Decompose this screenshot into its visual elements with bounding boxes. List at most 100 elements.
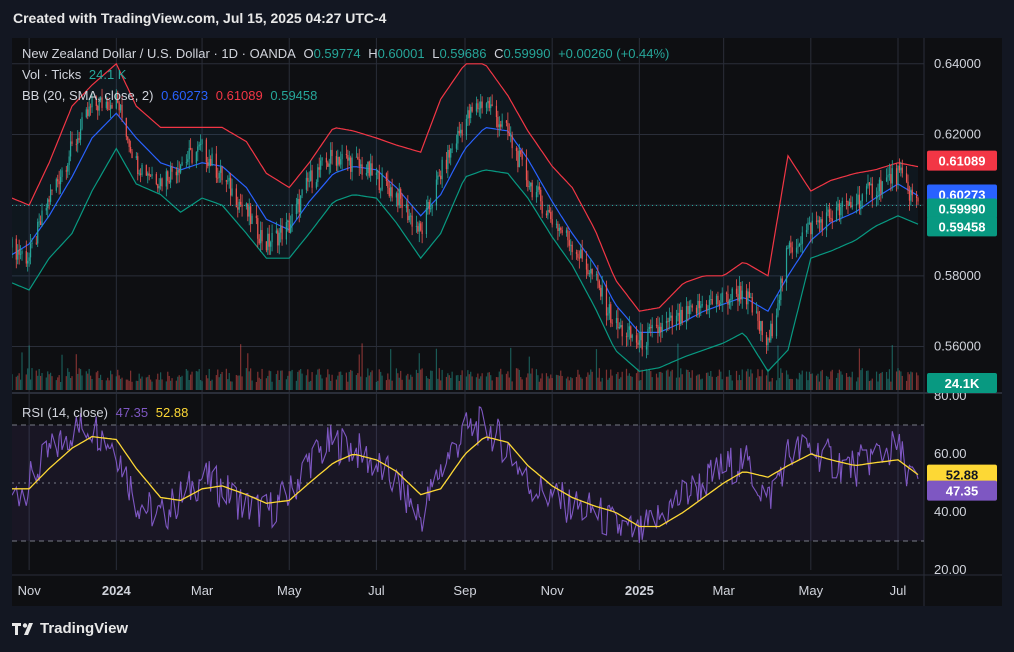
candle-body	[397, 193, 399, 206]
volume-bar	[561, 375, 563, 390]
bb-legend[interactable]: BB (20, SMA, close, 2) 0.60273 0.61089 0…	[22, 88, 321, 103]
candle-body	[785, 247, 788, 283]
time-tick-label: Jul	[368, 583, 385, 598]
candle-body	[475, 103, 478, 112]
candle-body	[558, 227, 560, 232]
candle-body	[747, 291, 749, 305]
volume-bar	[388, 379, 390, 390]
candle-body	[880, 179, 882, 194]
candle-body	[495, 105, 498, 117]
candle-body	[888, 174, 891, 175]
volume-bar	[830, 371, 832, 390]
volume-bar	[527, 373, 529, 390]
volume-bar	[437, 378, 439, 390]
volume-bar	[858, 348, 861, 390]
volume-bar	[891, 345, 893, 390]
candle-body	[675, 315, 678, 326]
candle-body	[87, 109, 89, 116]
volume-bar	[160, 372, 162, 390]
volume-bar	[611, 375, 613, 390]
volume-bar	[118, 375, 120, 390]
candle-body	[898, 165, 901, 171]
volume-bar	[417, 373, 419, 390]
chart-canvas[interactable]: 0.640000.620000.600000.580000.56000Nov20…	[12, 38, 1002, 606]
volume-bar	[377, 380, 379, 390]
volume-bar	[855, 381, 858, 390]
tradingview-footer[interactable]: TradingView	[12, 620, 128, 637]
volume-bar	[597, 377, 599, 390]
volume-bar	[627, 375, 629, 390]
candle-body	[398, 189, 400, 206]
header-bar: Created with TradingView.com, Jul 15, 20…	[0, 0, 1014, 38]
candle-body	[337, 156, 339, 166]
volume-bar	[157, 373, 159, 390]
volume-bar	[28, 345, 30, 390]
candle-body	[161, 178, 163, 187]
candle-body	[230, 177, 232, 196]
volume-bar	[875, 371, 878, 390]
candle-body	[19, 253, 22, 255]
volume-bar	[167, 371, 169, 390]
candle-body	[181, 162, 183, 166]
candle-body	[305, 177, 307, 190]
volume-bar	[560, 370, 562, 390]
candle-body	[597, 274, 599, 282]
volume-bar	[770, 381, 772, 390]
bb-basis-value: 0.60273	[161, 88, 209, 103]
volume-bar	[817, 373, 819, 390]
candle-body	[531, 182, 533, 198]
volume-bar	[281, 370, 283, 390]
volume-bar	[195, 371, 197, 390]
candle-body	[47, 199, 49, 209]
volume-legend[interactable]: Vol · Ticks 24.1 K	[22, 67, 130, 82]
candle-body	[755, 311, 758, 313]
volume-bar	[330, 380, 332, 390]
candle-body	[711, 299, 713, 305]
volume-bar	[608, 377, 610, 390]
volume-bar	[635, 373, 638, 390]
candle-body	[861, 194, 863, 202]
volume-bar	[447, 373, 449, 390]
volume-bar	[350, 369, 352, 390]
candle-body	[917, 198, 919, 202]
volume-bar	[397, 373, 399, 390]
volume-bar	[780, 368, 782, 390]
candle-body	[655, 324, 658, 326]
candle-body	[177, 170, 179, 176]
volume-bar	[315, 374, 317, 390]
candle-body	[678, 312, 680, 325]
rsi-legend[interactable]: RSI (14, close) 47.35 52.88	[22, 405, 192, 420]
symbol-legend[interactable]: New Zealand Dollar / U.S. Dollar · 1D · …	[22, 46, 673, 61]
candle-body	[665, 321, 668, 324]
candle-body	[218, 172, 220, 178]
volume-badge: 24.1K	[945, 376, 980, 391]
candle-body	[320, 160, 322, 170]
volume-bar	[911, 372, 913, 390]
candle-body	[171, 166, 173, 172]
candle-body	[365, 173, 368, 175]
candle-body	[357, 156, 359, 160]
candle-body	[85, 109, 87, 118]
volume-bar	[577, 369, 579, 390]
volume-bar	[667, 369, 669, 390]
candle-body	[588, 273, 590, 275]
candle-body	[458, 130, 460, 134]
volume-bar	[497, 377, 499, 390]
volume-bar	[898, 370, 901, 390]
volume-bar	[178, 375, 180, 390]
volume-bar	[505, 373, 508, 390]
volume-bar	[187, 370, 189, 390]
candle-body	[818, 220, 821, 223]
candle-body	[261, 230, 263, 242]
volume-bar	[158, 379, 160, 390]
candle-body	[210, 158, 212, 166]
volume-bar	[297, 371, 299, 390]
candle-body	[807, 222, 809, 231]
volume-bar	[218, 377, 220, 390]
candle-body	[127, 136, 129, 140]
volume-bar	[337, 375, 339, 390]
volume-bar	[641, 369, 643, 390]
volume-bar	[131, 381, 133, 390]
volume-bar	[31, 368, 33, 390]
volume-bar	[807, 380, 809, 390]
